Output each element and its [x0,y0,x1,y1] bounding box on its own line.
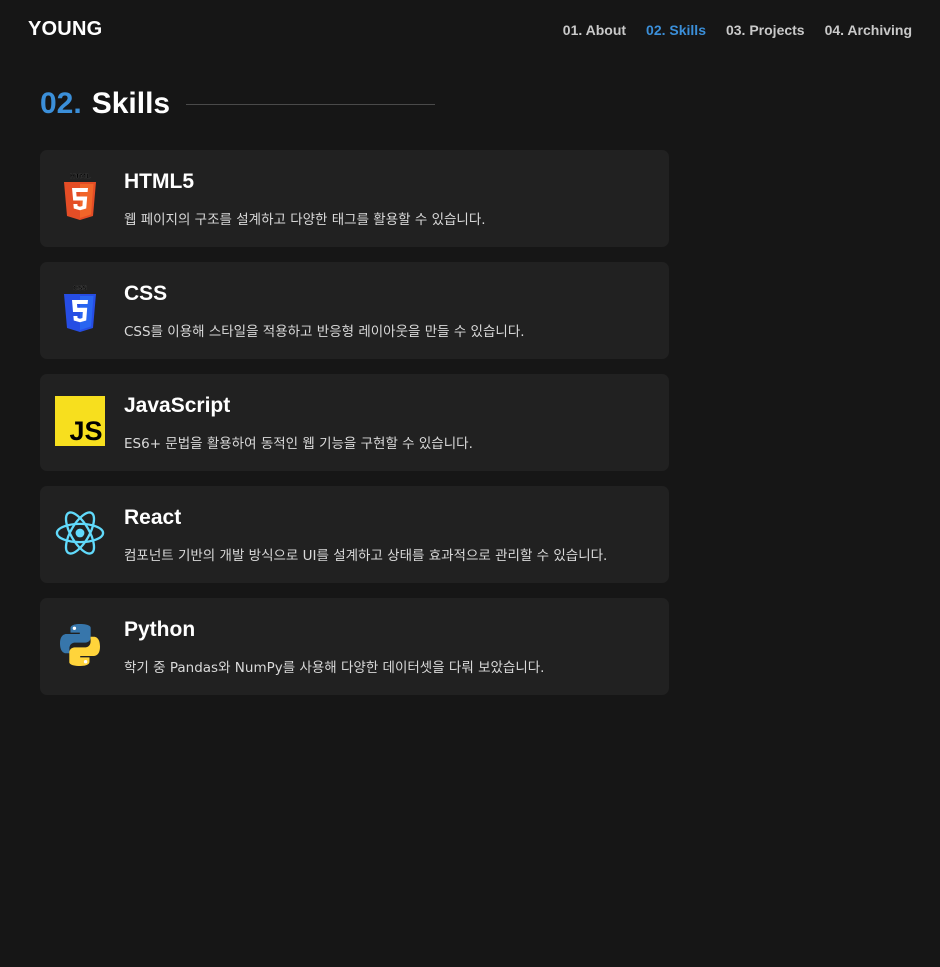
svg-text:JS: JS [69,416,102,446]
section-divider [186,103,436,105]
skill-card-html5: HTML HTML5 웹 페이지의 구조를 설계하고 다양한 태그를 활용할 수… [40,150,669,247]
css3-icon: CSS [55,283,105,335]
svg-text:HTML: HTML [70,172,90,180]
site-logo[interactable]: YOUNG [28,18,102,41]
skill-description: 학기 중 Pandas와 NumPy를 사용해 다양한 데이터셋을 다뤄 보았습… [124,660,545,676]
skill-name: HTML5 [124,170,194,193]
skill-description: 컴포넌트 기반의 개발 방식으로 UI를 설계하고 상태를 효과적으로 관리할 … [124,548,608,564]
nav-link-archiving[interactable]: 04. Archiving [825,22,912,38]
skill-name: JavaScript [124,394,231,417]
skill-card-css: CSS CSS CSS를 이용해 스타일을 적용하고 반응형 레이아웃을 만들 … [40,262,669,359]
skill-description: ES6+ 문법을 활용하여 동적인 웹 기능을 구현할 수 있습니다. [124,436,473,452]
react-icon [55,507,105,559]
skill-card-javascript: JS JavaScript ES6+ 문법을 활용하여 동적인 웹 기능을 구현… [40,374,669,471]
skill-card-python: Python 학기 중 Pandas와 NumPy를 사용해 다양한 데이터셋을… [40,598,669,695]
site-header: YOUNG 01. About 02. Skills 03. Projects … [0,0,940,62]
skill-description: CSS를 이용해 스타일을 적용하고 반응형 레이아웃을 만들 수 있습니다. [124,324,525,340]
nav-link-skills[interactable]: 02. Skills [646,22,706,38]
javascript-icon: JS [55,395,105,447]
section-heading: 02. Skills [40,84,436,124]
skill-name: React [124,506,182,529]
skill-name: CSS [124,282,168,305]
section-number: 02. [40,87,82,120]
svg-text:CSS: CSS [73,284,87,292]
html5-icon: HTML [55,171,105,223]
skill-card-react: React 컴포넌트 기반의 개발 방식으로 UI를 설계하고 상태를 효과적으… [40,486,669,583]
python-icon [55,619,105,671]
skills-list: HTML HTML5 웹 페이지의 구조를 설계하고 다양한 태그를 활용할 수… [40,150,669,710]
portfolio-page: YOUNG 01. About 02. Skills 03. Projects … [0,0,940,967]
skill-name: Python [124,618,196,641]
main-nav: 01. About 02. Skills 03. Projects 04. Ar… [563,22,912,38]
nav-link-projects[interactable]: 03. Projects [726,22,805,38]
nav-link-about[interactable]: 01. About [563,22,626,38]
skill-description: 웹 페이지의 구조를 설계하고 다양한 태그를 활용할 수 있습니다. [124,212,486,228]
section-name: Skills [91,87,171,120]
